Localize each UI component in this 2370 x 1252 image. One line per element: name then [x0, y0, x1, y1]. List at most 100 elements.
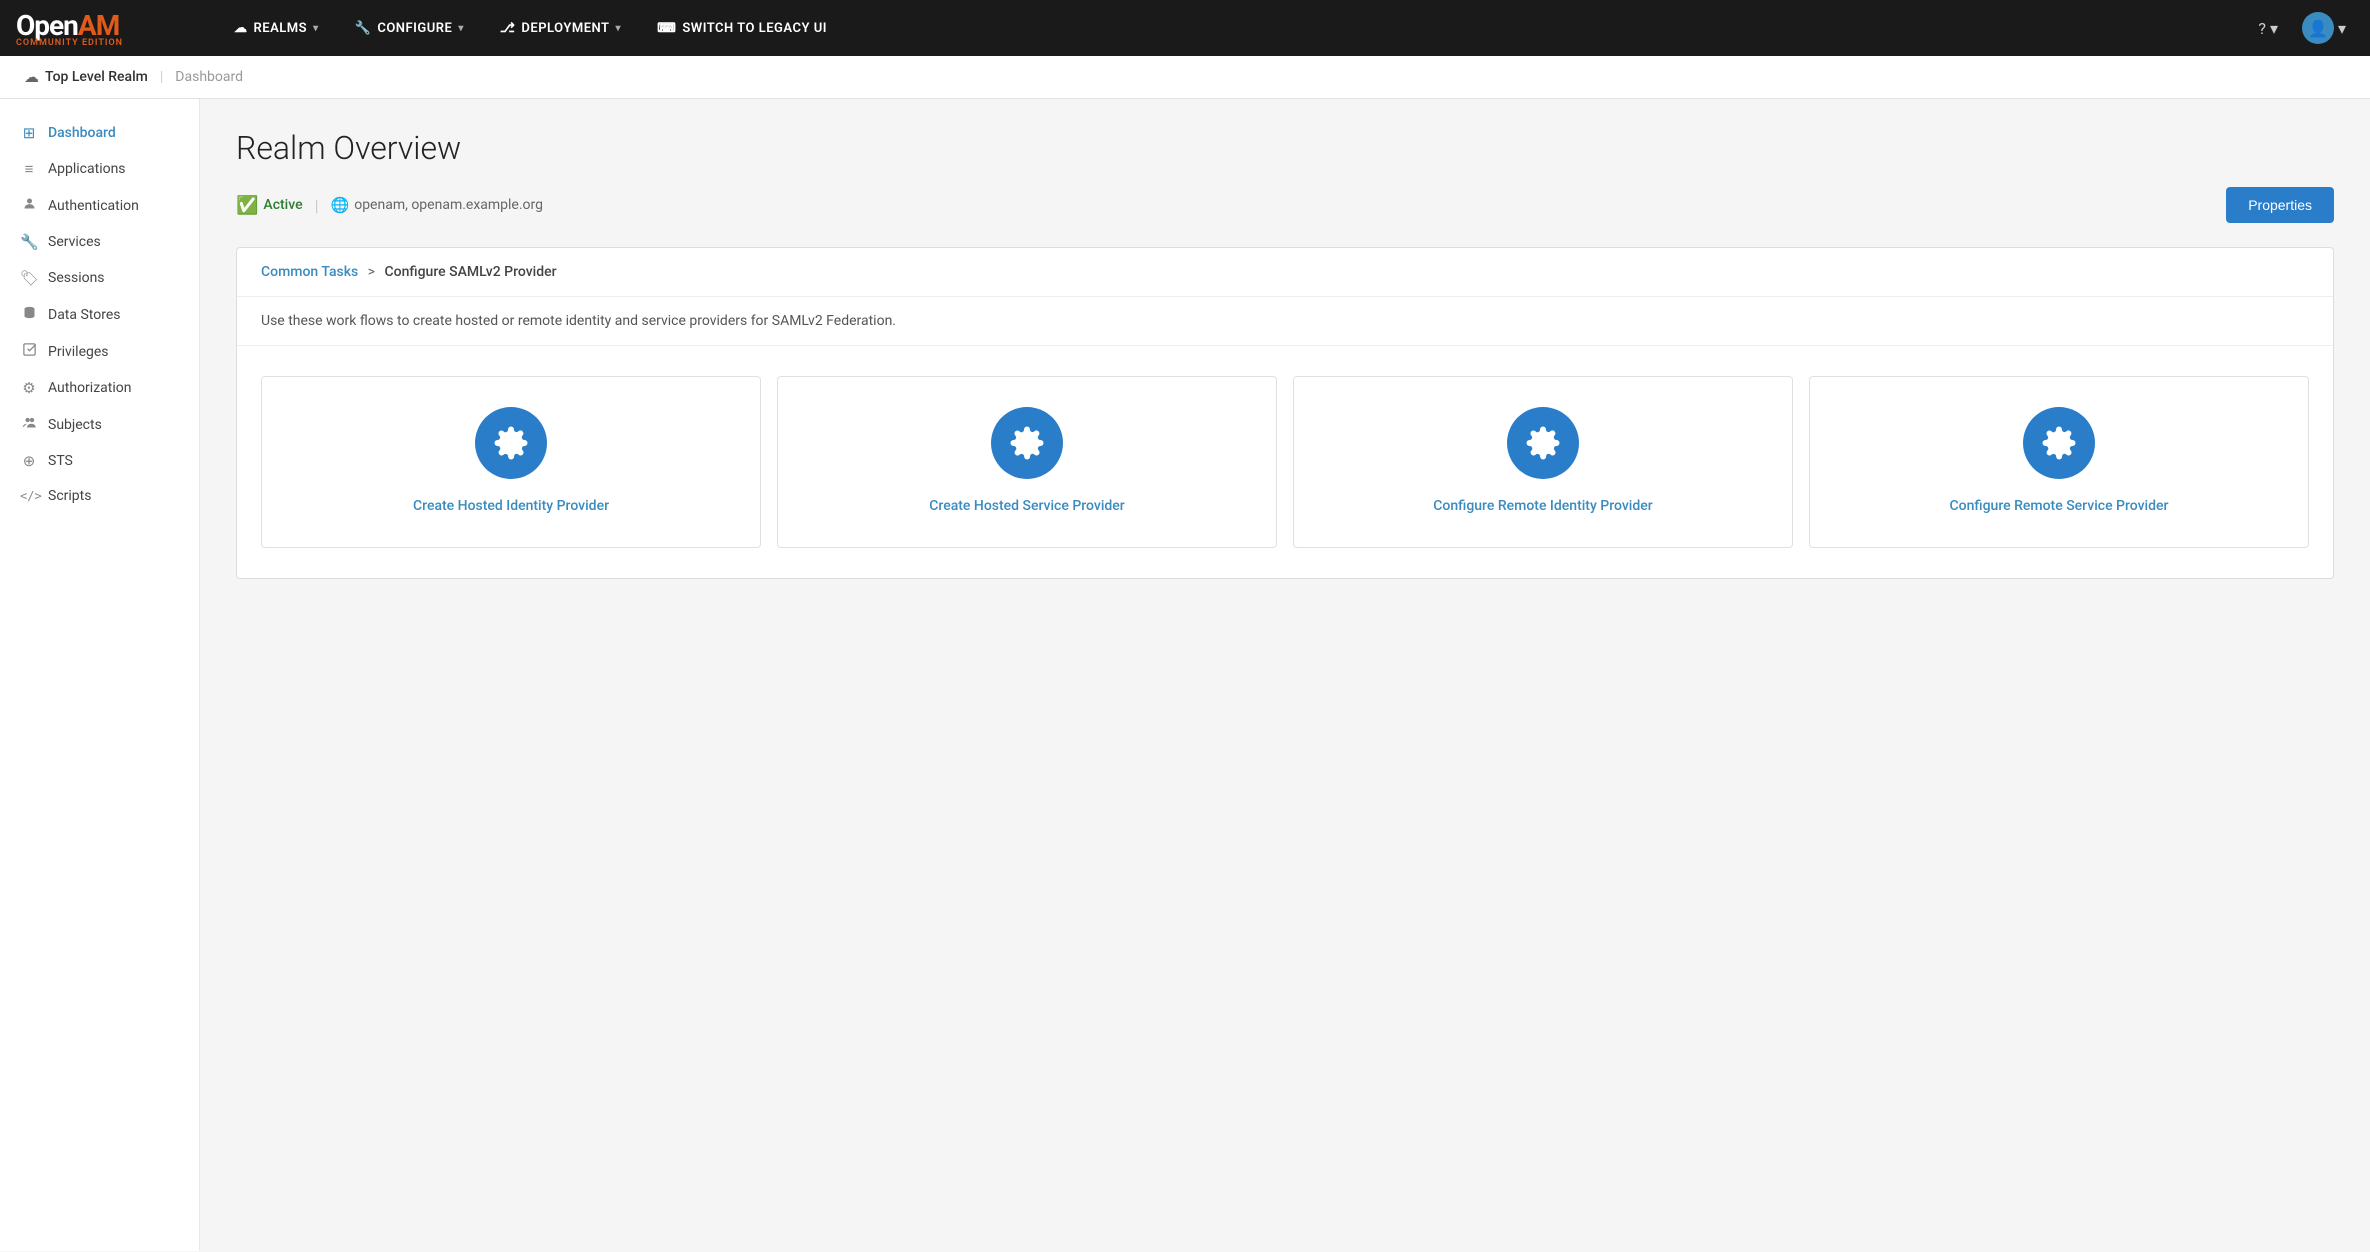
task-card-label-1: Create Hosted Identity Provider: [413, 497, 609, 517]
task-icon-circle-3: [1507, 407, 1579, 479]
task-card-label-3: Configure Remote Identity Provider: [1433, 497, 1652, 517]
help-button[interactable]: ? ▾: [2250, 13, 2286, 44]
user-menu[interactable]: 👤 ▾: [2294, 6, 2354, 50]
sidebar-label-sessions: Sessions: [48, 270, 105, 286]
dashboard-icon: ⊞: [20, 124, 38, 142]
nav-label-realms: REALMS: [254, 21, 308, 36]
task-card-label-4: Configure Remote Service Provider: [1950, 497, 2169, 517]
tasks-breadcrumb-current: Configure SAMLv2 Provider: [385, 264, 557, 280]
breadcrumb-realm-label: Top Level Realm: [45, 69, 148, 85]
globe-icon: 🌐: [331, 196, 350, 214]
chevron-down-icon-2: ▾: [458, 23, 464, 34]
cloud-icon: ☁: [234, 21, 248, 36]
sidebar-label-dashboard: Dashboard: [48, 125, 116, 141]
help-icon: ?: [2258, 19, 2266, 38]
task-card-create-hosted-sp[interactable]: Create Hosted Service Provider: [777, 376, 1277, 548]
sidebar-label-sts: STS: [48, 453, 73, 469]
page-title: Realm Overview: [236, 129, 2334, 167]
realm-info-text: openam, openam.example.org: [354, 197, 543, 213]
properties-button[interactable]: Properties: [2226, 187, 2334, 223]
applications-icon: ≡: [20, 160, 38, 178]
privileges-icon: [20, 342, 38, 361]
gear-icon-4: [2041, 425, 2077, 461]
sidebar-item-datastores[interactable]: Data Stores: [0, 296, 199, 333]
main-layout: ⊞ Dashboard ≡ Applications Authenticatio…: [0, 99, 2370, 1251]
nav-item-legacy[interactable]: ⌨ SWITCH TO LEGACY UI: [639, 0, 845, 56]
avatar: 👤: [2302, 12, 2334, 44]
authentication-icon: [20, 196, 38, 215]
status-active: ✅ Active: [236, 195, 303, 216]
breadcrumb-realm[interactable]: ☁ Top Level Realm: [24, 68, 148, 86]
realm-separator: |: [315, 196, 319, 215]
nav-item-deployment[interactable]: ⎇ DEPLOYMENT ▾: [482, 0, 639, 56]
sidebar-item-authorization[interactable]: ⚙ Authorization: [0, 370, 199, 406]
subjects-icon: [20, 415, 38, 434]
sidebar-label-datastores: Data Stores: [48, 307, 120, 323]
sts-icon: ⊕: [20, 452, 38, 470]
sidebar-item-subjects[interactable]: Subjects: [0, 406, 199, 443]
chevron-down-icon-5: ▾: [2338, 19, 2346, 38]
nav-right: ? ▾ 👤 ▾: [2250, 6, 2354, 50]
sidebar-item-applications[interactable]: ≡ Applications: [0, 151, 199, 187]
sidebar-label-applications: Applications: [48, 161, 126, 177]
sidebar-item-scripts[interactable]: </> Scripts: [0, 479, 199, 513]
task-card-label-2: Create Hosted Service Provider: [929, 497, 1125, 517]
task-card-create-hosted-idp[interactable]: Create Hosted Identity Provider: [261, 376, 761, 548]
realm-cloud-icon: ☁: [24, 68, 39, 86]
nav-label-configure: CONFIGURE: [377, 21, 452, 36]
user-icon: 👤: [2308, 19, 2328, 38]
logo-open: Open: [16, 9, 78, 42]
realm-info: 🌐 openam, openam.example.org: [331, 196, 544, 214]
chevron-down-icon: ▾: [313, 23, 319, 34]
nav-item-realms[interactable]: ☁ REALMS ▾: [216, 0, 337, 56]
task-card-configure-remote-sp[interactable]: Configure Remote Service Provider: [1809, 376, 2309, 548]
tasks-header: Common Tasks > Configure SAMLv2 Provider: [237, 248, 2333, 297]
datastores-icon: [20, 305, 38, 324]
sidebar-item-sessions[interactable]: 🏷 Sessions: [0, 260, 199, 296]
top-navigation: OpenAM COMMUNITY EDITION ☁ REALMS ▾ 🔧 CO…: [0, 0, 2370, 56]
task-card-configure-remote-idp[interactable]: Configure Remote Identity Provider: [1293, 376, 1793, 548]
tasks-breadcrumb-separator: >: [368, 264, 379, 280]
task-icon-circle-1: [475, 407, 547, 479]
sidebar-item-privileges[interactable]: Privileges: [0, 333, 199, 370]
task-cards: Create Hosted Identity Provider Create H…: [237, 346, 2333, 578]
active-dot-icon: ✅: [236, 195, 258, 216]
task-icon-circle-4: [2023, 407, 2095, 479]
sitemap-icon: ⎇: [500, 21, 515, 36]
tasks-panel: Common Tasks > Configure SAMLv2 Provider…: [236, 247, 2334, 579]
sessions-icon: 🏷: [20, 269, 38, 287]
nav-items: ☁ REALMS ▾ 🔧 CONFIGURE ▾ ⎇ DEPLOYMENT ▾ …: [216, 0, 2250, 56]
chevron-down-icon-4: ▾: [2270, 19, 2278, 38]
breadcrumb-separator: |: [160, 69, 163, 85]
status-label: Active: [263, 197, 302, 213]
nav-label-legacy: SWITCH TO LEGACY UI: [682, 21, 827, 36]
logo[interactable]: OpenAM COMMUNITY EDITION: [16, 9, 216, 48]
chevron-down-icon-3: ▾: [616, 23, 622, 34]
sidebar-item-dashboard[interactable]: ⊞ Dashboard: [0, 115, 199, 151]
tasks-description: Use these work flows to create hosted or…: [237, 297, 2333, 346]
sidebar-label-subjects: Subjects: [48, 417, 102, 433]
task-icon-circle-2: [991, 407, 1063, 479]
sidebar-item-sts[interactable]: ⊕ STS: [0, 443, 199, 479]
nav-label-deployment: DEPLOYMENT: [521, 21, 609, 36]
wrench-icon: 🔧: [355, 21, 372, 36]
logo-sub: COMMUNITY EDITION: [16, 38, 123, 48]
breadcrumb-bar: ☁ Top Level Realm | Dashboard: [0, 56, 2370, 99]
terminal-icon: ⌨: [657, 21, 676, 36]
realm-status-left: ✅ Active | 🌐 openam, openam.example.org: [236, 195, 543, 216]
sidebar-item-services[interactable]: 🔧 Services: [0, 224, 199, 260]
sidebar: ⊞ Dashboard ≡ Applications Authenticatio…: [0, 99, 200, 1251]
sidebar-label-privileges: Privileges: [48, 344, 109, 360]
sidebar-item-authentication[interactable]: Authentication: [0, 187, 199, 224]
gear-icon-2: [1009, 425, 1045, 461]
nav-item-configure[interactable]: 🔧 CONFIGURE ▾: [337, 0, 482, 56]
logo-am: AM: [78, 9, 119, 42]
sidebar-label-authentication: Authentication: [48, 198, 139, 214]
tasks-breadcrumb-link[interactable]: Common Tasks: [261, 264, 358, 280]
breadcrumb-page: Dashboard: [175, 69, 243, 85]
sidebar-label-services: Services: [48, 234, 101, 250]
authorization-icon: ⚙: [20, 379, 38, 397]
services-icon: 🔧: [20, 233, 38, 251]
sidebar-label-authorization: Authorization: [48, 380, 131, 396]
gear-icon-1: [493, 425, 529, 461]
